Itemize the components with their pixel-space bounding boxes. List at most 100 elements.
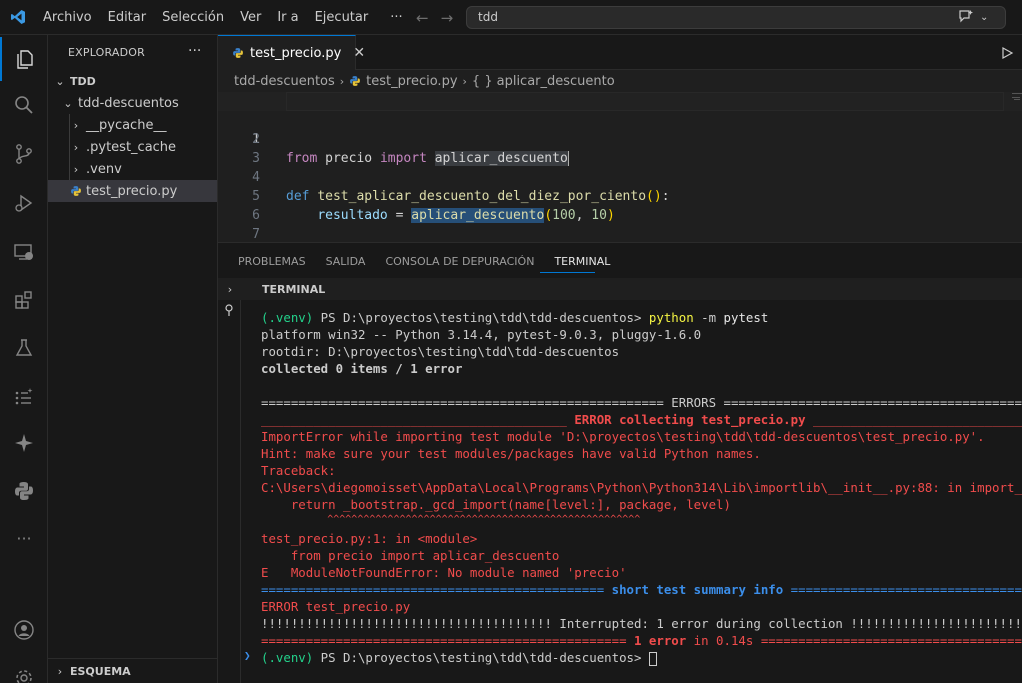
python-file-icon	[232, 47, 244, 59]
code-line: 6	[218, 187, 1022, 223]
tree-folder-tdd-descuentos[interactable]: ⌄ tdd-descuentos	[48, 92, 217, 114]
activity-bar: ···	[0, 35, 48, 683]
code-editor[interactable]: 1 from precio import aplicar_descuento 2…	[218, 92, 1022, 261]
tree-folder-pycache[interactable]: › __pycache__	[48, 114, 217, 136]
tree-file-test-precio[interactable]: test_precio.py	[48, 180, 217, 202]
terminal-line: C:\Users\diegomoisset\AppData\Local\Prog…	[261, 480, 1022, 495]
remote-explorer-icon[interactable]	[0, 230, 48, 274]
terminal-line: (.venv) PS D:\proyectos\testing\tdd\tdd-…	[261, 649, 657, 666]
tree-folder-pytest-cache[interactable]: › .pytest_cache	[48, 136, 217, 158]
terminal-line: collected 0 items / 1 error	[261, 361, 463, 376]
terminal-line: (.venv) PS D:\proyectos\testing\tdd\tdd-…	[261, 310, 769, 325]
code-line: 3	[218, 130, 1022, 166]
workspace-root-label: TDD	[70, 74, 96, 88]
tab-test-precio[interactable]: test_precio.py ✕	[218, 35, 365, 70]
chevron-right-icon: ›	[73, 162, 79, 176]
terminal-line: ========================================…	[261, 582, 1022, 597]
menu-archivo[interactable]: Archivo	[35, 0, 100, 35]
terminal-line: !!!!!!!!!!!!!!!!!!!!!!!!!!!!!!!!!!!!!!! …	[261, 616, 1022, 631]
title-bar: Archivo Editar Selección Ver Ir a Ejecut…	[0, 0, 1022, 35]
terminal-line: from precio import aplicar_descuento	[261, 548, 560, 563]
copilot-sparkle-icon[interactable]	[0, 421, 48, 465]
current-line-highlight	[286, 92, 1004, 111]
bottom-panel: PROBLEMAS SALIDA CONSOLA DE DEPURACIÓN T…	[218, 242, 1022, 683]
workspace-root[interactable]: ⌄ TDD	[48, 70, 217, 92]
terminal-line: ========================================…	[261, 633, 1022, 648]
terminal-line: Traceback:	[261, 463, 336, 478]
folder-label: __pycache__	[86, 117, 167, 133]
chevron-right-icon: ›	[339, 74, 345, 88]
terminal-line: Hint: make sure your test modules/packag…	[261, 446, 761, 461]
outline-label: ESQUEMA	[70, 664, 131, 678]
chevron-down-icon: ⌄	[55, 74, 65, 88]
chevron-right-icon: ›	[73, 118, 79, 132]
vscode-logo-icon	[0, 0, 35, 35]
chevron-right-icon: ›	[227, 282, 233, 296]
tasks-list-icon[interactable]	[0, 375, 48, 419]
breadcrumb-folder[interactable]: tdd-descuentos	[234, 74, 335, 89]
run-python-file-button[interactable]	[1000, 35, 1014, 70]
tab-label: test_precio.py	[250, 45, 342, 61]
tree-folder-venv[interactable]: › .venv	[48, 158, 217, 180]
minimap[interactable]	[1012, 92, 1022, 104]
copilot-chat-icon	[958, 9, 974, 27]
copilot-chat-button[interactable]: ⌄	[958, 7, 988, 28]
terminal-line: E ModuleNotFoundError: No module named '…	[261, 565, 627, 580]
editor-tabs: test_precio.py ✕	[218, 35, 1022, 70]
menu-editar[interactable]: Editar	[100, 0, 155, 35]
terminal-section-header[interactable]: › TERMINAL	[218, 278, 1022, 300]
command-decoration-icon[interactable]: ❯	[244, 649, 251, 662]
chevron-right-icon: ›	[73, 140, 79, 154]
terminal-output[interactable]: (.venv) PS D:\proyectos\testing\tdd\tdd-…	[241, 300, 1022, 683]
navigation-arrows: ← →	[416, 0, 453, 35]
code-line: 1 from precio import aplicar_descuento	[218, 92, 1022, 166]
terminal-gutter	[218, 300, 241, 683]
code-line: 7 assert resultado == 90	[218, 206, 1022, 261]
active-tab-indicator	[540, 272, 595, 273]
python-icon[interactable]	[0, 469, 48, 513]
back-arrow-icon[interactable]: ←	[416, 9, 429, 27]
more-views-icon[interactable]: ···	[0, 516, 48, 560]
outline-section[interactable]: › ESQUEMA	[48, 658, 217, 683]
extensions-icon[interactable]	[0, 278, 48, 322]
run-debug-icon[interactable]	[0, 181, 48, 225]
menu-seleccion[interactable]: Selección	[154, 0, 232, 35]
menu-ver[interactable]: Ver	[232, 0, 269, 35]
source-control-icon[interactable]	[0, 132, 48, 176]
breadcrumb-symbol[interactable]: aplicar_descuento	[497, 74, 615, 89]
menu-ejecutar[interactable]: Ejecutar	[307, 0, 377, 35]
search-icon[interactable]	[0, 83, 48, 127]
command-center-text: tdd	[478, 10, 498, 24]
terminal-line: ^^^^^^^^^^^^^^^^^^^^^^^^^^^^^^^^^^^^^^^^…	[261, 514, 641, 525]
menu-more-button[interactable]: ···	[382, 10, 410, 25]
explorer-sidebar: EXPLORADOR ··· ⌄ TDD ⌄ tdd-descuentos › …	[48, 35, 218, 683]
pin-icon[interactable]	[223, 303, 235, 317]
chevron-right-icon: ›	[57, 664, 63, 678]
forward-arrow-icon[interactable]: →	[441, 9, 454, 27]
explorer-more-actions-button[interactable]: ···	[188, 35, 201, 70]
terminal-header-label: TERMINAL	[262, 282, 326, 296]
chevron-right-icon: ›	[462, 74, 467, 88]
explorer-icon[interactable]	[0, 37, 48, 81]
braces-symbol-icon: { }	[471, 73, 493, 89]
terminal-line: ERROR test_precio.py	[261, 599, 411, 614]
manage-gear-icon[interactable]	[0, 656, 48, 683]
tab-consola-depuracion[interactable]: CONSOLA DE DEPURACIÓN	[375, 243, 544, 278]
menu-ir-a[interactable]: Ir a	[269, 0, 306, 35]
command-center-search[interactable]: tdd	[466, 6, 1006, 29]
tab-problemas[interactable]: PROBLEMAS	[218, 243, 316, 278]
code-line: 5 resultado = aplicar_descuento(100, 10)	[218, 168, 1022, 223]
code-line: 2	[218, 111, 1022, 147]
explorer-title: EXPLORADOR	[68, 46, 146, 59]
close-icon[interactable]: ✕	[353, 45, 365, 61]
python-file-icon	[349, 75, 361, 87]
testing-flask-icon[interactable]	[0, 326, 48, 370]
menu-bar: Archivo Editar Selección Ver Ir a Ejecut…	[35, 0, 411, 35]
tab-salida[interactable]: SALIDA	[316, 243, 376, 278]
terminal-line: ImportError while importing test module …	[261, 429, 985, 444]
panel-tabs: PROBLEMAS SALIDA CONSOLA DE DEPURACIÓN T…	[218, 243, 1022, 278]
chevron-down-icon: ⌄	[63, 96, 73, 110]
code-line: 4 def test_aplicar_descuento_del_diez_po…	[218, 149, 1022, 204]
account-icon[interactable]	[0, 608, 48, 652]
breadcrumb-file[interactable]: test_precio.py	[366, 74, 457, 89]
